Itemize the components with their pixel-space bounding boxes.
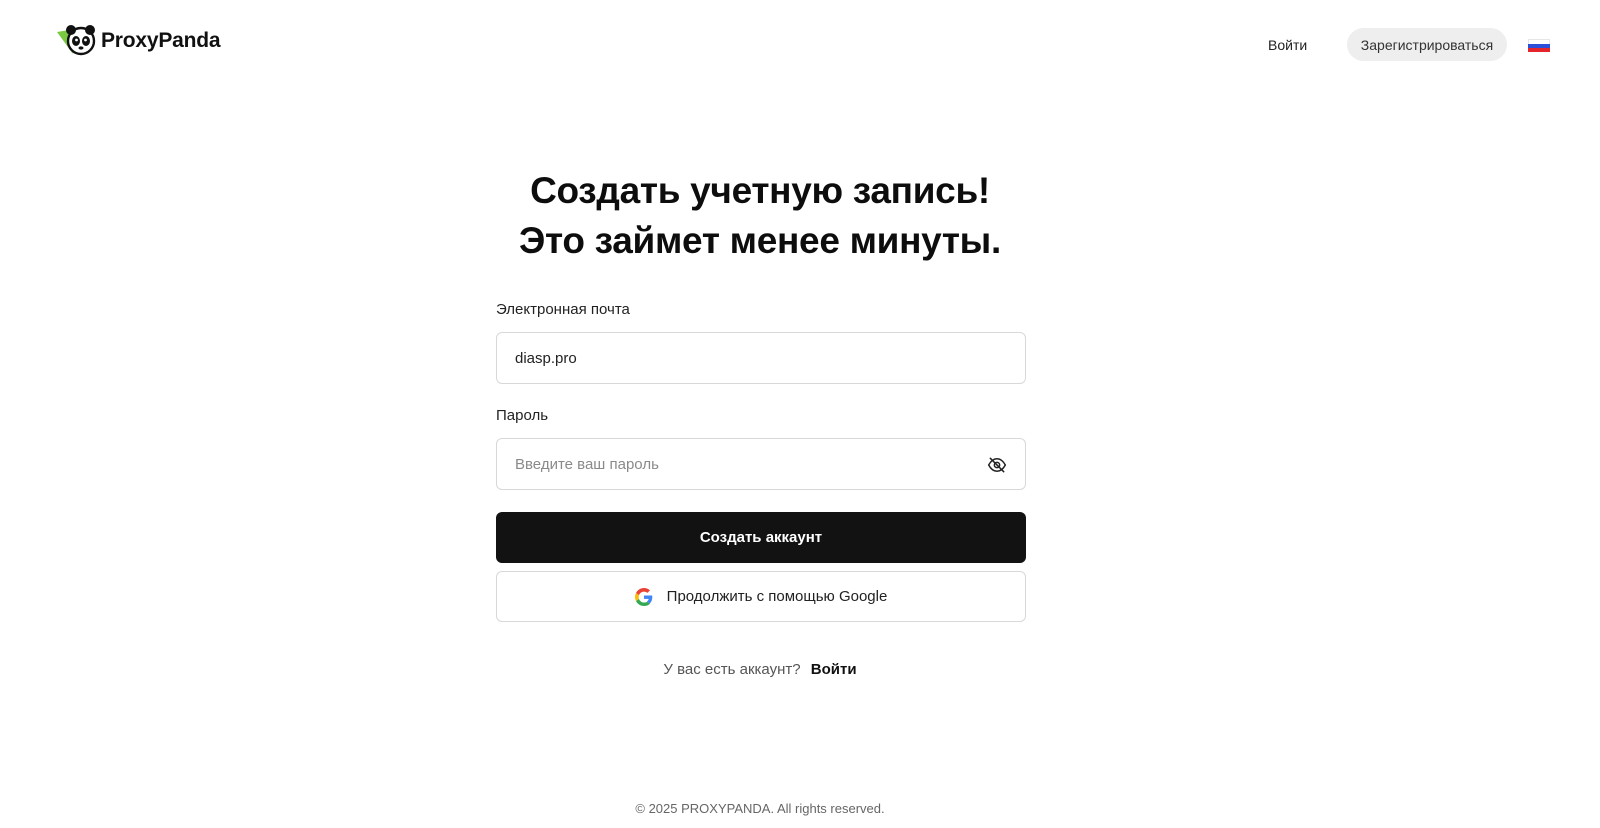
page-title: Создать учетную запись! Это займет менее…: [0, 166, 1520, 266]
signup-form: Электронная почта Пароль Создать аккаунт…: [496, 300, 1026, 622]
panda-logo-icon: [57, 25, 96, 56]
footer-copyright: © 2025 PROXYPANDA. All rights reserved.: [635, 801, 885, 816]
header-register-button[interactable]: Зарегистрироваться: [1347, 28, 1507, 61]
google-icon: [634, 587, 652, 606]
password-field-wrapper: [496, 438, 1026, 490]
site-header: ProxyPanda Войти Зарегистрироваться: [0, 0, 1600, 88]
login-link[interactable]: Войти: [811, 661, 857, 678]
password-label: Пароль: [496, 407, 549, 424]
google-signin-button[interactable]: Продолжить с помощью Google: [496, 571, 1026, 622]
title-line-2: Это займет менее минуты.: [519, 220, 1001, 261]
create-account-button[interactable]: Создать аккаунт: [496, 512, 1026, 563]
russia-flag-icon[interactable]: [1528, 39, 1550, 52]
google-button-label: Продолжить с помощью Google: [666, 588, 888, 605]
register-button-label: Зарегистрироваться: [1360, 36, 1494, 53]
header-login-link[interactable]: Войти: [1268, 34, 1307, 56]
email-field[interactable]: [515, 349, 1007, 367]
email-label: Электронная почта: [496, 301, 630, 318]
login-prompt: У вас есть аккаунт? Войти: [0, 660, 1520, 680]
password-field[interactable]: [515, 455, 1007, 473]
email-field-wrapper: [496, 332, 1026, 384]
logo[interactable]: ProxyPanda: [57, 24, 221, 58]
eye-off-icon[interactable]: [987, 455, 1007, 475]
logo-text: ProxyPanda: [101, 29, 221, 52]
create-account-label: Создать аккаунт: [699, 529, 823, 546]
title-line-1: Создать учетную запись!: [530, 170, 990, 211]
have-account-text: У вас есть аккаунт?: [663, 661, 801, 678]
